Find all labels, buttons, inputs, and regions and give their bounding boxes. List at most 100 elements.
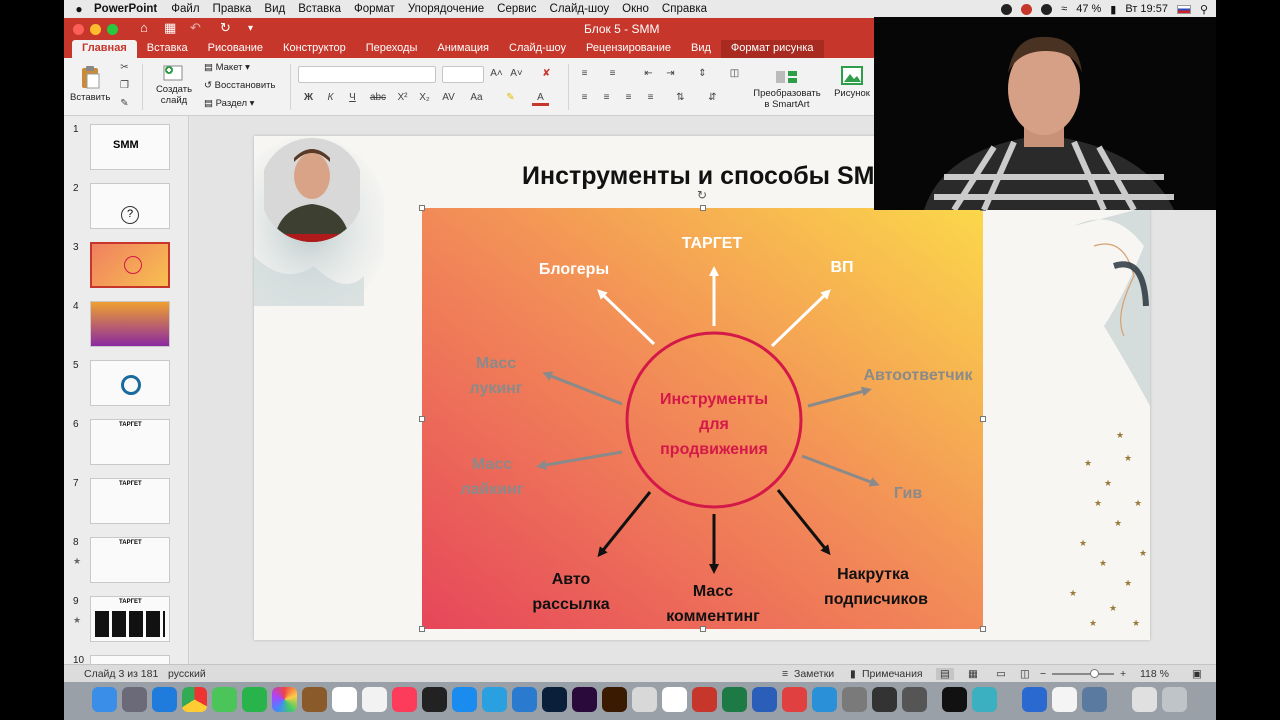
network-icon[interactable]: [1022, 687, 1047, 712]
picture-button[interactable]: Рисунок: [832, 66, 872, 99]
save-icon[interactable]: ▦: [164, 20, 176, 36]
notes-button[interactable]: Заметки: [794, 668, 834, 680]
search-icon[interactable]: ⚲: [1200, 3, 1208, 16]
zoom-out-icon[interactable]: −: [1040, 668, 1046, 680]
quicktime-icon[interactable]: [422, 687, 447, 712]
record-icon[interactable]: [1021, 3, 1033, 15]
safari-icon[interactable]: [152, 687, 177, 712]
calendar-icon[interactable]: [332, 687, 357, 712]
teamviewer-icon[interactable]: [512, 687, 537, 712]
superscript-button[interactable]: X²: [394, 90, 411, 106]
slide-thumbnail-2[interactable]: ?: [90, 183, 170, 229]
font-size-field[interactable]: [442, 66, 484, 83]
layout-button[interactable]: ▤ Макет ▾: [204, 62, 250, 73]
decrease-indent-icon[interactable]: ⇤: [640, 66, 657, 82]
slide-thumbnail-1[interactable]: SMM: [90, 124, 170, 170]
close-window-button[interactable]: [73, 24, 84, 35]
compressor-icon[interactable]: [902, 687, 927, 712]
italic-button[interactable]: К: [322, 90, 339, 106]
word-icon[interactable]: [752, 687, 777, 712]
camera-icon[interactable]: [1001, 3, 1013, 15]
font-color-icon[interactable]: A: [532, 90, 549, 106]
tab-review[interactable]: Рецензирование: [576, 40, 681, 58]
clear-format-icon[interactable]: ✘: [538, 66, 555, 82]
increase-indent-icon[interactable]: ⇥: [662, 66, 679, 82]
format-painter-icon[interactable]: ✎: [116, 96, 133, 112]
telegram-icon[interactable]: [482, 687, 507, 712]
menu-format[interactable]: Формат: [354, 3, 395, 15]
tab-picture-format[interactable]: Формат рисунка: [720, 40, 824, 58]
align-right-icon[interactable]: ≡: [620, 90, 637, 106]
resize-handle[interactable]: [980, 626, 986, 632]
justify-icon[interactable]: ≡: [642, 90, 659, 106]
bold-button[interactable]: Ж: [300, 90, 317, 106]
slide-thumbnail-4[interactable]: [90, 301, 170, 347]
paste-button[interactable]: Вставить: [70, 64, 110, 103]
cut-icon[interactable]: ✂: [116, 60, 133, 76]
zoom-window-button[interactable]: [107, 24, 118, 35]
trash-icon[interactable]: [1162, 687, 1187, 712]
minimize-window-button[interactable]: [90, 24, 101, 35]
system-preferences-icon[interactable]: [842, 687, 867, 712]
chrome-icon[interactable]: [182, 687, 207, 712]
tab-animations[interactable]: Анимация: [427, 40, 499, 58]
skype-icon[interactable]: [812, 687, 837, 712]
resize-handle[interactable]: [700, 626, 706, 632]
final-cut-icon[interactable]: [872, 687, 897, 712]
resize-handle[interactable]: [700, 205, 706, 211]
tab-view[interactable]: Вид: [681, 40, 721, 58]
menu-insert[interactable]: Вставка: [298, 3, 341, 15]
menu-tools[interactable]: Сервис: [497, 3, 536, 15]
flag-icon[interactable]: [1176, 4, 1191, 14]
slide-thumbnail-9[interactable]: ТАРГЕТ: [90, 596, 170, 642]
resize-handle[interactable]: [419, 626, 425, 632]
menu-app-name[interactable]: PowerPoint: [94, 3, 157, 15]
slideshow-view-icon[interactable]: ◫: [1020, 668, 1030, 680]
copy-icon[interactable]: ❐: [116, 78, 133, 94]
after-effects-icon[interactable]: [572, 687, 597, 712]
menu-help[interactable]: Справка: [662, 3, 707, 15]
finder-icon[interactable]: [92, 687, 117, 712]
tab-slideshow[interactable]: Слайд-шоу: [499, 40, 576, 58]
clock[interactable]: Вт 19:57: [1125, 3, 1168, 15]
underline-button[interactable]: Ч: [344, 90, 361, 106]
redo-icon[interactable]: ↻: [220, 20, 231, 36]
menu-slideshow[interactable]: Слайд-шоу: [550, 3, 610, 15]
apple-icon[interactable]: ●: [64, 2, 94, 16]
cloud-icon[interactable]: [1041, 3, 1053, 15]
whatsapp-icon[interactable]: [242, 687, 267, 712]
normal-view-icon[interactable]: ▤: [936, 668, 954, 680]
app-store-icon[interactable]: [452, 687, 477, 712]
mindmap-picture[interactable]: Инструменты для продвижения ТАРГЕТ Блоге…: [422, 208, 983, 629]
excel-icon[interactable]: [722, 687, 747, 712]
battery-text[interactable]: 47 %: [1076, 3, 1101, 15]
numbering-icon[interactable]: ≡: [604, 66, 621, 82]
text-direction-icon[interactable]: ⇅: [672, 90, 689, 106]
slide-title[interactable]: Инструменты и способы SM: [522, 162, 874, 191]
zoom-in-icon[interactable]: +: [1120, 668, 1126, 680]
tab-home[interactable]: Главная: [72, 40, 137, 58]
line-spacing-icon[interactable]: ⇕: [694, 66, 711, 82]
customize-toolbar-icon[interactable]: ▾: [248, 23, 253, 34]
document-icon[interactable]: [1052, 687, 1077, 712]
tab-insert[interactable]: Вставка: [137, 40, 198, 58]
powerpoint-icon[interactable]: [692, 687, 717, 712]
launchpad-icon[interactable]: [122, 687, 147, 712]
font-name-field[interactable]: [298, 66, 436, 83]
zoom-slider-thumb[interactable]: [1090, 669, 1099, 678]
photos-icon[interactable]: [272, 687, 297, 712]
menu-edit[interactable]: Правка: [213, 3, 252, 15]
language-indicator[interactable]: русский: [168, 668, 206, 680]
preview-icon[interactable]: [632, 687, 657, 712]
zoom-level[interactable]: 118 %: [1140, 668, 1169, 680]
notes-icon[interactable]: ≡: [782, 668, 788, 680]
menu-file[interactable]: Файл: [171, 3, 199, 15]
photoshop-icon[interactable]: [542, 687, 567, 712]
bullets-icon[interactable]: ≡: [576, 66, 593, 82]
reminders-icon[interactable]: [362, 687, 387, 712]
tab-design[interactable]: Конструктор: [273, 40, 356, 58]
menu-view[interactable]: Вид: [264, 3, 285, 15]
undo-icon[interactable]: ↶: [190, 20, 201, 36]
resize-handle[interactable]: [419, 205, 425, 211]
comments-icon[interactable]: ▮: [850, 668, 856, 680]
